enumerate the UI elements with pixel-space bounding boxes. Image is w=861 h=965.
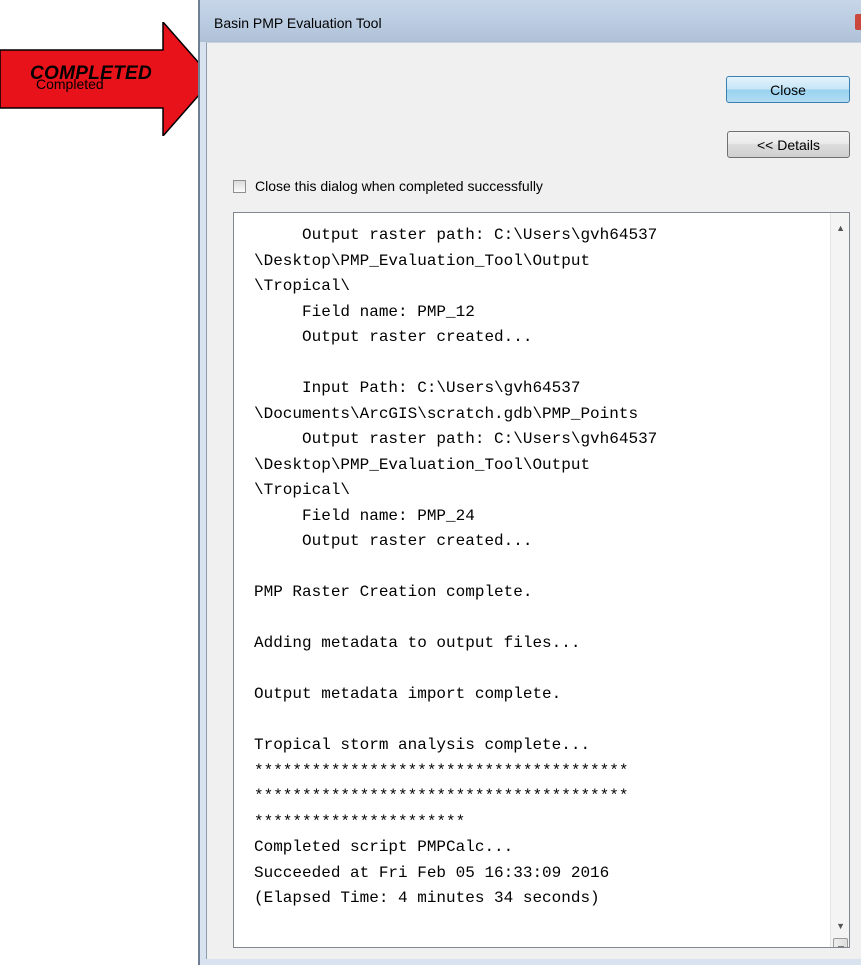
log-line: Tropical storm analysis complete... xyxy=(254,736,591,754)
scroll-up-icon[interactable]: ▲ xyxy=(836,223,845,233)
log-text: Output raster path: C:\Users\gvh64537 \D… xyxy=(254,223,826,912)
log-line: Output raster created... xyxy=(254,328,533,346)
log-line: Field name: PMP_12 xyxy=(254,302,475,321)
log-line: *************************************** xyxy=(254,761,629,780)
log-line: \Desktop\PMP_Evaluation_Tool\Output xyxy=(254,251,591,270)
log-line: (Elapsed Time: 4 minutes 34 seconds) xyxy=(254,889,600,907)
log-line: \Tropical\ xyxy=(254,481,351,499)
log-line: \Desktop\PMP_Evaluation_Tool\Output xyxy=(254,455,591,474)
log-line: *************************************** xyxy=(254,787,629,805)
log-line: ********************** xyxy=(254,812,466,831)
log-line: \Documents\ArcGIS\scratch.gdb\PMP_Points xyxy=(254,404,639,423)
log-scrollbar[interactable]: ▲ ▼ xyxy=(830,213,849,947)
close-button[interactable]: Close xyxy=(726,76,850,103)
log-line: Output raster path: C:\Users\gvh64537 xyxy=(254,226,658,244)
log-line: Adding metadata to output files... xyxy=(254,634,581,652)
close-on-success-checkbox[interactable] xyxy=(233,180,246,193)
log-line: Field name: PMP_24 xyxy=(254,506,475,525)
details-button[interactable]: << Details xyxy=(727,131,850,158)
log-line: Input Path: C:\Users\gvh64537 xyxy=(254,379,581,397)
close-on-success-label: Close this dialog when completed success… xyxy=(255,178,543,194)
scroll-thumb[interactable] xyxy=(833,938,848,947)
title-bar[interactable]: Basin PMP Evaluation Tool xyxy=(200,0,861,42)
grip-icon xyxy=(838,946,844,947)
log-output[interactable]: Output raster path: C:\Users\gvh64537 \D… xyxy=(233,212,850,948)
window-close-icon[interactable] xyxy=(855,14,861,30)
log-line: PMP Raster Creation complete. xyxy=(254,583,533,601)
log-line: Output raster path: C:\Users\gvh64537 xyxy=(254,430,658,448)
log-line: Succeeded at Fri Feb 05 16:33:09 2016 xyxy=(254,863,610,882)
log-line: Output metadata import complete. xyxy=(254,685,562,703)
log-line: Output raster created... xyxy=(254,532,533,550)
scroll-down-icon[interactable]: ▼ xyxy=(836,921,845,931)
window-title: Basin PMP Evaluation Tool xyxy=(214,15,382,31)
log-line: Completed script PMPCalc... xyxy=(254,838,514,856)
status-text: Completed xyxy=(36,76,104,92)
log-line: \Tropical\ xyxy=(254,277,351,295)
